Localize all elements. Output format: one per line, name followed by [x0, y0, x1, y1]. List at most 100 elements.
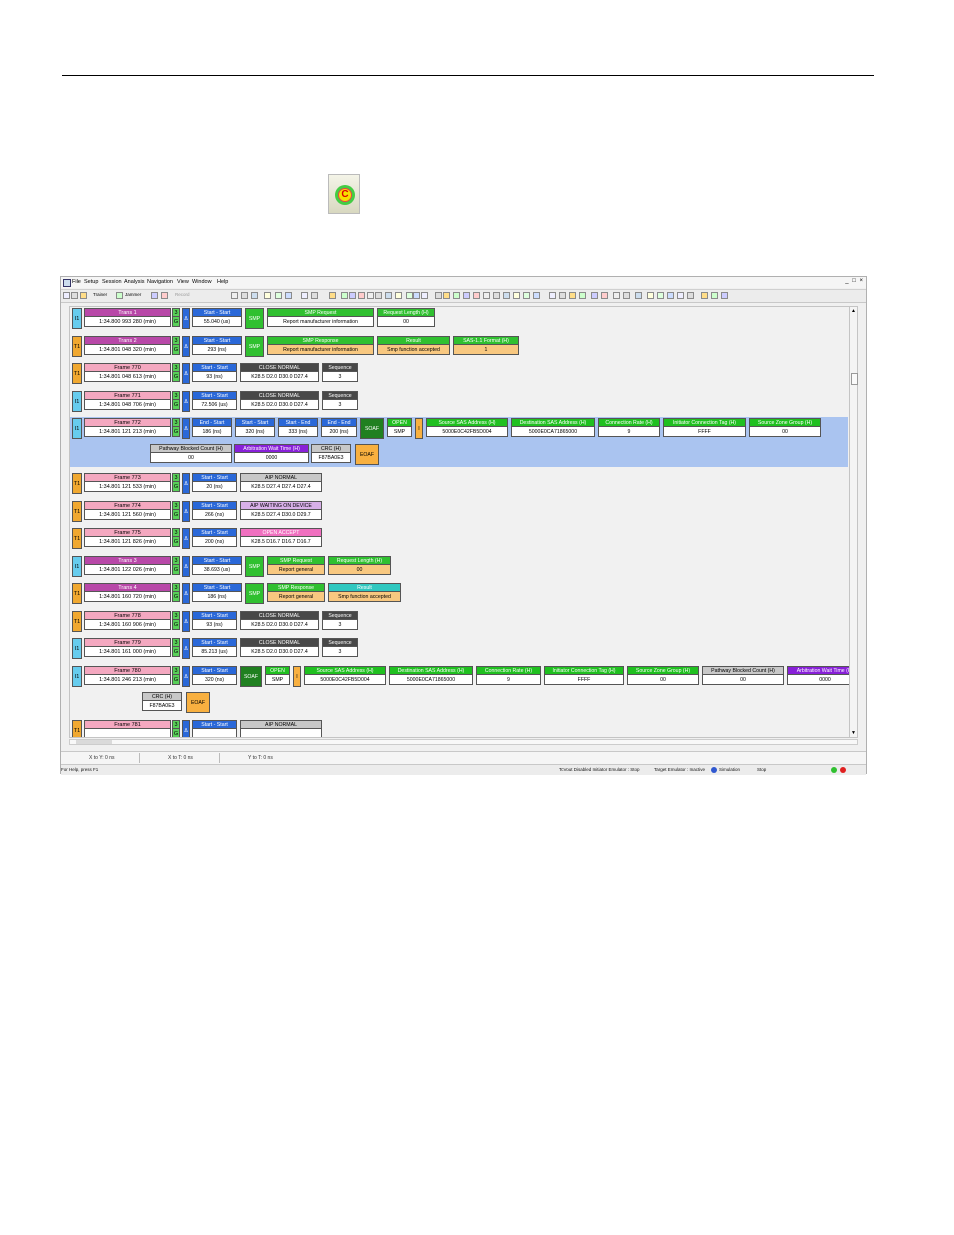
field-cell[interactable]: Source Zone Group (H) 00: [749, 418, 821, 437]
field-cell[interactable]: Start - Start 55.040 (us): [192, 308, 242, 327]
field-cell[interactable]: Start - Start 93 (ns): [192, 363, 237, 382]
scroll-thumb[interactable]: [851, 373, 858, 385]
toolbar-tool-icon[interactable]: [453, 292, 460, 299]
menu-file[interactable]: File: [72, 279, 81, 285]
field-cell[interactable]: Request Length (H) 00: [328, 556, 391, 575]
field-cell[interactable]: Start - Start 266 (ns): [192, 501, 237, 520]
toolbar-tool-icon[interactable]: [667, 292, 674, 299]
transaction-cell[interactable]: Trans 1 1:34.800 993 280 (min): [84, 308, 171, 327]
field-cell[interactable]: CLOSE NORMAL K28.5 D2.0 D30.0 D27.4: [240, 638, 319, 657]
field-cell[interactable]: CRC (H) F87BA0E3: [311, 444, 351, 463]
frame-cell[interactable]: Frame 775 1:34.801 121 826 (min): [84, 528, 171, 547]
scroll-down-arrow-icon[interactable]: ▼: [851, 730, 856, 736]
frame-cell[interactable]: Frame 780 1:34.801 246 213 (min): [84, 666, 171, 685]
transaction-cell[interactable]: Trans 3 1:34.801 122 026 (min): [84, 556, 171, 575]
toolbar-tool-icon[interactable]: [80, 292, 87, 299]
frame-cell[interactable]: Frame 774 1:34.801 121 560 (min): [84, 501, 171, 520]
frame-cell[interactable]: Frame 781: [84, 720, 171, 737]
toolbar-tool-icon[interactable]: [443, 292, 450, 299]
toolbar-tool-icon[interactable]: [367, 292, 374, 299]
field-cell[interactable]: Connection Rate (H) 9: [476, 666, 541, 685]
field-cell[interactable]: Start - Start 320 (ns): [235, 418, 275, 437]
toolbar-tool-icon[interactable]: [493, 292, 500, 299]
toolbar-tool-icon[interactable]: [231, 292, 238, 299]
toolbar-tool-icon[interactable]: [264, 292, 271, 299]
trace-row[interactable]: I1 Frame 771 1:34.801 048 706 (min) 3 G Δ Star…: [70, 390, 848, 414]
horizontal-scrollbar[interactable]: [69, 739, 858, 745]
field-cell[interactable]: SMP Response Report general: [267, 583, 325, 602]
toolbar-tool-icon[interactable]: [435, 292, 442, 299]
toolbar-tool-icon[interactable]: [711, 292, 718, 299]
toolbar-tool-icon[interactable]: [687, 292, 694, 299]
toolbar-tool-icon[interactable]: [513, 292, 520, 299]
frame-cell[interactable]: Frame 771 1:34.801 048 706 (min): [84, 391, 171, 410]
toolbar-tool-icon[interactable]: [385, 292, 392, 299]
menu-session[interactable]: Session: [102, 279, 122, 285]
record-button[interactable]: Record: [175, 292, 190, 297]
vertical-scrollbar[interactable]: ▲ ▼: [849, 306, 858, 738]
field-cell[interactable]: OPEN ACCEPT K28.5 D16.7 D16.7 D16.7: [240, 528, 322, 547]
toolbar-tool-icon[interactable]: [116, 292, 123, 299]
field-cell[interactable]: AIP NORMAL: [240, 720, 322, 737]
scroll-up-arrow-icon[interactable]: ▲: [851, 308, 856, 314]
field-cell[interactable]: Start - Start 85.213 (us): [192, 638, 237, 657]
trace-row[interactable]: T1 Trans 4 1:34.801 160 720 (min) 3 G Δ Start …: [70, 582, 848, 606]
menu-setup[interactable]: Setup: [84, 279, 98, 285]
frame-cell[interactable]: Frame 770 1:34.801 048 613 (min): [84, 363, 171, 382]
field-cell[interactable]: Start - Start 200 (ns): [192, 528, 237, 547]
menu-analysis[interactable]: Analysis: [124, 279, 144, 285]
trace-row[interactable]: I1 Trans 3 1:34.801 122 026 (min) 3 G Δ Start …: [70, 555, 848, 579]
trace-row[interactable]: I1 Frame 780 1:34.801 246 213 (min) 3 G Δ Star…: [70, 665, 856, 715]
trace-row[interactable]: T1 Frame 774 1:34.801 121 560 (min) 3 G Δ Star…: [70, 500, 848, 524]
trace-row[interactable]: I1 Trans 1 1:34.800 993 280 (min) 3 G Δ Start …: [70, 307, 848, 331]
toolbar-tool-icon[interactable]: [151, 292, 158, 299]
field-cell[interactable]: Sequence 3: [322, 638, 358, 657]
toolbar-tool-icon[interactable]: [721, 292, 728, 299]
toolbar-tool-icon[interactable]: [329, 292, 336, 299]
field-cell[interactable]: Sequence 3: [322, 611, 358, 630]
field-cell[interactable]: Start - Start 38.693 (us): [192, 556, 242, 575]
field-cell[interactable]: Pathway Blocked Count (H) 00: [702, 666, 784, 685]
toolbar-tool-icon[interactable]: [301, 292, 308, 299]
transaction-cell[interactable]: Trans 2 1:34.801 048 320 (min): [84, 336, 171, 355]
toolbar-tool-icon[interactable]: [549, 292, 556, 299]
field-cell[interactable]: AIP NORMAL K28.5 D27.4 D27.4 D27.4: [240, 473, 322, 492]
toolbar-tool-icon[interactable]: [251, 292, 258, 299]
toolbar-tool-icon[interactable]: [311, 292, 318, 299]
field-cell[interactable]: End - End 200 (ns): [321, 418, 357, 437]
toolbar-tool-icon[interactable]: [71, 292, 78, 299]
transaction-cell[interactable]: Trans 4 1:34.801 160 720 (min): [84, 583, 171, 602]
toolbar-tool-icon[interactable]: [341, 292, 348, 299]
toolbar-tool-icon[interactable]: [523, 292, 530, 299]
toolbar-tool-icon[interactable]: [349, 292, 356, 299]
toolbar-tool-icon[interactable]: [473, 292, 480, 299]
field-cell[interactable]: Start - End 333 (ns): [278, 418, 318, 437]
toolbar-tool-icon[interactable]: [285, 292, 292, 299]
toolbar-tool-icon[interactable]: [63, 292, 70, 299]
field-cell[interactable]: CLOSE NORMAL K28.5 D2.0 D30.0 D27.4: [240, 363, 319, 382]
trace-row[interactable]: T1 Trans 2 1:34.801 048 320 (min) 3 G Δ Start …: [70, 335, 848, 359]
field-cell[interactable]: Start - Start 72.506 (us): [192, 391, 237, 410]
window-controls[interactable]: _ □ ×: [845, 278, 864, 284]
toolbar-tool-icon[interactable]: [533, 292, 540, 299]
trace-row[interactable]: T1 Frame 775 1:34.801 121 826 (min) 3 G Δ Star…: [70, 527, 848, 551]
jammer-button[interactable]: Jammer: [125, 292, 141, 297]
field-cell[interactable]: Connection Rate (H) 9: [598, 418, 660, 437]
frame-cell[interactable]: Frame 773 1:34.801 121 533 (min): [84, 473, 171, 492]
trace-row[interactable]: I1 Frame 779 1:34.801 161 000 (min) 3 G Δ Star…: [70, 637, 848, 661]
field-cell[interactable]: Sequence 3: [322, 391, 358, 410]
toolbar-tool-icon[interactable]: [579, 292, 586, 299]
frame-cell[interactable]: Frame 772 1:34.801 121 213 (min): [84, 418, 171, 437]
field-cell[interactable]: Start - Start 93 (ns): [192, 611, 237, 630]
field-cell[interactable]: SMP Request Report general: [267, 556, 325, 575]
toolbar-tool-icon[interactable]: [463, 292, 470, 299]
toolbar-tool-icon[interactable]: [677, 292, 684, 299]
field-cell[interactable]: Result Smp function accepted: [328, 583, 401, 602]
toolbar-tool-icon[interactable]: [657, 292, 664, 299]
toolbar-tool-icon[interactable]: [413, 292, 420, 299]
field-cell[interactable]: Request Length (H) 00: [377, 308, 435, 327]
toolbar-tool-icon[interactable]: [358, 292, 365, 299]
toolbar-tool-icon[interactable]: [701, 292, 708, 299]
field-cell[interactable]: Initiator Connection Tag (H) FFFF: [544, 666, 624, 685]
field-cell[interactable]: Start - Start 186 (ns): [192, 583, 242, 602]
